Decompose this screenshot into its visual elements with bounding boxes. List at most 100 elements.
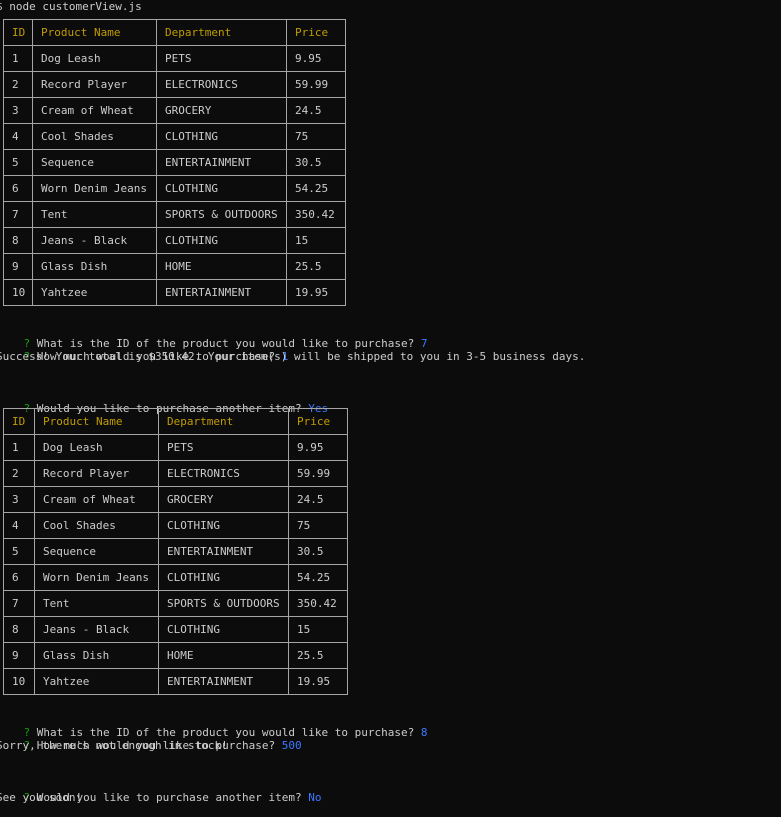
table-row: 9 Glass Dish HOME 25.5 [3,642,348,669]
cell-product-name: Cool Shades [34,512,159,539]
cell-price: 25.5 [288,642,348,669]
cell-product-name: Glass Dish [32,253,157,280]
header-price: Price [288,408,348,435]
prompt-product-id: ? What is the ID of the product you woul… [23,726,428,739]
table-row: 9 Glass Dish HOME 25.5 [3,253,346,280]
cell-id: 7 [3,590,35,617]
cell-department: HOME [158,642,289,669]
cell-department: ELECTRONICS [156,71,287,98]
cell-price: 75 [286,123,346,150]
products-table: ID Product Name Department Price 1 Dog Le… [3,408,348,695]
cell-product-name: Jeans - Black [34,616,159,643]
table-row: 5 Sequence ENTERTAINMENT 30.5 [3,149,346,176]
cell-id: 4 [3,512,35,539]
table-row: 1 Dog Leash PETS 9.95 [3,434,348,461]
cell-department: ENTERTAINMENT [158,668,289,695]
table-row: 8 Jeans - Black CLOTHING 15 [3,616,348,643]
cell-department: ENTERTAINMENT [156,149,287,176]
cell-price: 350.42 [288,590,348,617]
prompt-quantity: ? How much would you like to purchase? 1 [23,350,289,363]
terminal-window[interactable]: $ node customerView.js ID Product Name D… [0,0,781,812]
cell-price: 59.99 [288,460,348,487]
cell-price: 25.5 [286,253,346,280]
cell-id: 6 [3,175,33,202]
cell-id: 1 [3,45,33,72]
table-row: 2 Record Player ELECTRONICS 59.99 [3,71,346,98]
cell-id: 5 [3,149,33,176]
cell-product-name: Record Player [32,71,157,98]
header-id: ID [3,19,33,46]
header-department: Department [156,19,287,46]
products-table: ID Product Name Department Price 1 Dog Le… [3,19,346,306]
cell-product-name: Jeans - Black [32,227,157,254]
table-header-row: ID Product Name Department Price [3,408,348,435]
prompt-purchase-again: ? Would you like to purchase another ite… [23,791,322,804]
cell-department: SPORTS & OUTDOORS [156,201,287,228]
cell-department: HOME [156,253,287,280]
cell-id: 7 [3,201,33,228]
cell-id: 6 [3,564,35,591]
cell-department: CLOTHING [156,123,287,150]
cell-department: ELECTRONICS [158,460,289,487]
cell-id: 4 [3,123,33,150]
header-product-name: Product Name [32,19,157,46]
cell-id: 3 [3,486,35,513]
cell-price: 24.5 [288,486,348,513]
table-header-row: ID Product Name Department Price [3,19,346,46]
cell-department: GROCERY [158,486,289,513]
cell-department: GROCERY [156,97,287,124]
purchase-result-message: Success! Your total is $350.42. Your ite… [0,350,586,363]
farewell-message: See you soon! [0,791,83,804]
cell-product-name: Worn Denim Jeans [32,175,157,202]
prompt-quantity: ? How much would you like to purchase? 5… [23,739,302,752]
cell-product-name: Cream of Wheat [32,97,157,124]
cell-id: 1 [3,434,35,461]
header-id: ID [3,408,35,435]
cell-id: 10 [3,668,35,695]
command-line: $ node customerView.js [0,0,142,13]
cell-price: 30.5 [288,538,348,565]
cell-product-name: Yahtzee [32,279,157,306]
cell-product-name: Worn Denim Jeans [34,564,159,591]
table-row: 2 Record Player ELECTRONICS 59.99 [3,460,348,487]
answer-purchase-again: No [308,791,322,804]
cell-id: 8 [3,616,35,643]
cell-price: 19.95 [286,279,346,306]
header-department: Department [158,408,289,435]
cell-department: CLOTHING [158,616,289,643]
cell-department: CLOTHING [158,564,289,591]
cell-product-name: Cool Shades [32,123,157,150]
cell-product-name: Yahtzee [34,668,159,695]
prompt-product-id: ? What is the ID of the product you woul… [23,337,428,350]
cell-id: 2 [3,71,33,98]
cell-id: 10 [3,279,33,306]
cell-id: 9 [3,642,35,669]
table-row: 3 Cream of Wheat GROCERY 24.5 [3,97,346,124]
cell-id: 3 [3,97,33,124]
cell-department: CLOTHING [156,227,287,254]
cell-department: CLOTHING [156,175,287,202]
cell-price: 19.95 [288,668,348,695]
cell-department: CLOTHING [158,512,289,539]
answer-quantity: 500 [281,739,302,752]
header-product-name: Product Name [34,408,159,435]
cell-price: 9.95 [288,434,348,461]
cell-product-name: Sequence [32,149,157,176]
cell-price: 54.25 [288,564,348,591]
answer-product-id: 8 [420,726,428,739]
cell-id: 9 [3,253,33,280]
cell-price: 350.42 [286,201,346,228]
cell-product-name: Tent [34,590,159,617]
table-row: 5 Sequence ENTERTAINMENT 30.5 [3,538,348,565]
cell-price: 24.5 [286,97,346,124]
purchase-result-message: Sorry, there's not enough in stock! [0,739,228,752]
cell-price: 59.99 [286,71,346,98]
table-row: 4 Cool Shades CLOTHING 75 [3,512,348,539]
cell-price: 30.5 [286,149,346,176]
header-price: Price [286,19,346,46]
cell-price: 54.25 [286,175,346,202]
table-row: 7 Tent SPORTS & OUTDOORS 350.42 [3,590,348,617]
cell-product-name: Sequence [34,538,159,565]
cell-department: ENTERTAINMENT [156,279,287,306]
cell-id: 5 [3,538,35,565]
